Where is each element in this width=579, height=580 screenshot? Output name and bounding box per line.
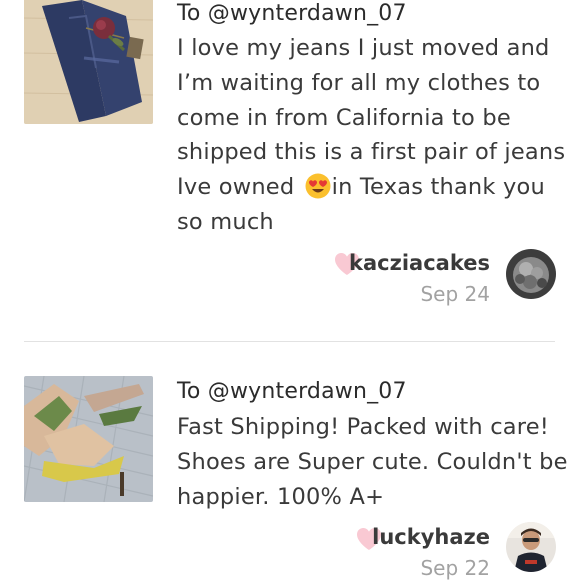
review-recipient: To @wynterdawn_07 [177,379,407,404]
shoes-photo [24,376,153,502]
divider [24,341,555,342]
review-date: Sep 24 [420,282,490,306]
review-text: I love my jeans I just moved and I’m wai… [177,31,569,240]
user-avatar-photo [506,249,556,299]
reviewer-username[interactable]: luckyhaze [372,525,490,549]
jeans-photo [24,0,153,124]
review-recipient: To @wynterdawn_07 [177,1,407,26]
review-text: Fast Shipping! Packed with care! Shoes a… [177,414,568,510]
user-avatar-photo [506,522,556,572]
heart-eyes-emoji-icon [305,173,331,199]
reviewer-avatar[interactable] [506,249,556,299]
review-item: To @wynterdawn_07 I love my jeans I just… [0,0,579,320]
reviewer-avatar[interactable] [506,522,556,572]
review-item: To @wynterdawn_07 Fast Shipping! Packed … [0,376,579,580]
review-photo-thumbnail[interactable] [24,376,153,502]
review-photo-thumbnail[interactable] [24,0,153,124]
reviewer-username[interactable]: kacziacakes [349,251,490,275]
review-date: Sep 22 [420,556,490,580]
